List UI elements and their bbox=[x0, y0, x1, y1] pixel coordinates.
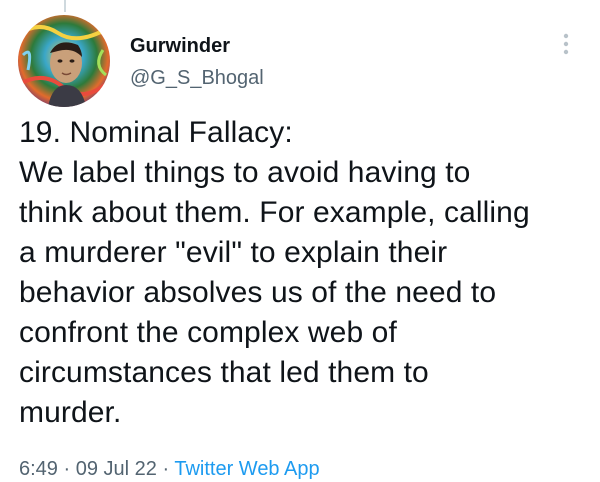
meta-separator: · bbox=[63, 458, 71, 480]
avatar[interactable] bbox=[18, 15, 110, 107]
tweet-date[interactable]: 09 Jul 22 bbox=[76, 458, 157, 480]
author-display-name[interactable]: Gurwinder bbox=[130, 33, 264, 59]
tweet-text-line: a murderer "evil" to explain their bbox=[19, 236, 448, 269]
author-info: Gurwinder @G_S_Bhogal bbox=[130, 33, 264, 91]
tweet-source-link[interactable]: Twitter Web App bbox=[174, 458, 319, 480]
tweet-text-line: murder. bbox=[19, 396, 122, 429]
tweet-text-line: confront the complex web of bbox=[19, 316, 397, 349]
meta-separator: · bbox=[162, 458, 170, 480]
tweet-text-line: behavior absolves us of the need to bbox=[19, 276, 497, 309]
tweet-text: 19. Nominal Fallacy: We label things to … bbox=[19, 113, 589, 433]
tweet-text-line: 19. Nominal Fallacy: bbox=[19, 116, 293, 149]
more-options-button[interactable] bbox=[558, 32, 574, 56]
avatar-image bbox=[18, 15, 110, 107]
author-handle[interactable]: @G_S_Bhogal bbox=[130, 65, 264, 91]
tweet-text-line: think about them. For example, calling bbox=[19, 196, 530, 229]
tweet-time[interactable]: 6:49 bbox=[19, 458, 58, 480]
tweet-text-line: We label things to avoid having to bbox=[19, 156, 471, 189]
tweet-meta: 6:49 · 09 Jul 22 · Twitter Web App bbox=[19, 456, 320, 482]
more-vertical-icon bbox=[563, 33, 569, 55]
tweet-text-line: circumstances that led them to bbox=[19, 356, 429, 389]
thread-connector-line bbox=[64, 0, 66, 12]
